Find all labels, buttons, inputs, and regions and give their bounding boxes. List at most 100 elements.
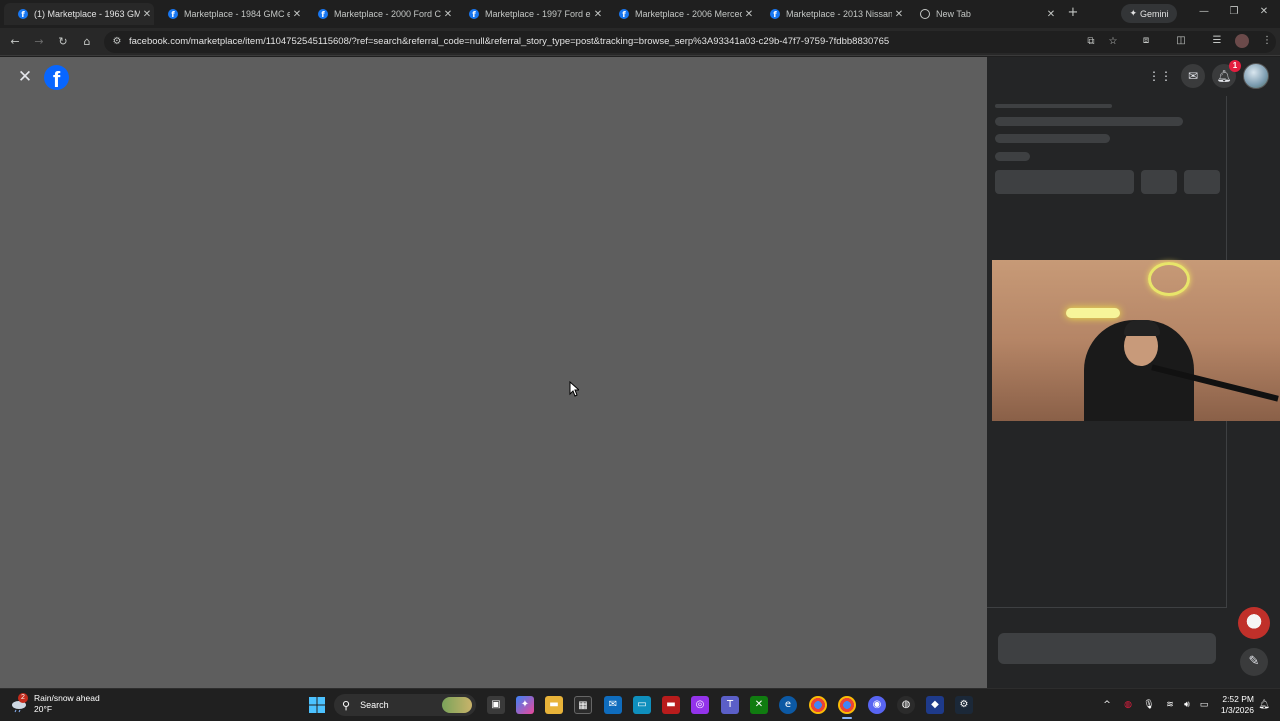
instagram-icon[interactable]: ◎: [691, 696, 709, 714]
media-viewer: ✕ f: [0, 57, 987, 688]
new-message-compose-icon[interactable]: ✎: [1240, 648, 1268, 676]
tab-marketplace-1997-ford[interactable]: f Marketplace - 1997 Ford e350 ✕: [455, 3, 605, 25]
new-tab-button[interactable]: +: [1066, 5, 1080, 21]
clock-time: 2:52 PM: [1222, 694, 1254, 704]
close-tab-icon[interactable]: ✕: [290, 9, 304, 20]
neon-sign-circle: [1148, 262, 1190, 296]
close-tab-icon[interactable]: ✕: [892, 9, 906, 20]
skeleton-price: [995, 134, 1110, 143]
microphone-icon[interactable]: 🎙︎: [1142, 698, 1156, 712]
teams-icon[interactable]: T: [721, 696, 739, 714]
chrome-icon[interactable]: [809, 696, 827, 714]
weather-text: Rain/snow ahead: [34, 693, 100, 703]
messenger-icon[interactable]: ✉: [1181, 64, 1205, 88]
skeleton-line: [995, 104, 1112, 108]
tray-overflow-icon[interactable]: ^: [1100, 698, 1114, 712]
steam-icon[interactable]: ⚙: [955, 696, 973, 714]
skeleton-message-input: [998, 633, 1216, 664]
reload-icon[interactable]: ↻: [55, 34, 71, 50]
profile-avatar-icon[interactable]: [1235, 34, 1249, 48]
browser-tab-strip: f (1) Marketplace - 1963 GMC ✕ f Marketp…: [0, 0, 1280, 28]
minimize-icon[interactable]: —: [1196, 6, 1212, 20]
forward-icon[interactable]: →: [31, 34, 47, 50]
restore-icon[interactable]: ❐: [1226, 6, 1242, 20]
close-tab-icon[interactable]: ✕: [591, 9, 605, 20]
windows-start-icon[interactable]: [308, 696, 326, 714]
weather-badge: 2: [18, 693, 28, 703]
volume-icon[interactable]: 🔊︎: [1180, 698, 1194, 712]
system-clock[interactable]: 2:52 PM 1/3/2026: [1214, 694, 1254, 716]
app-icon[interactable]: ▭: [633, 696, 651, 714]
gemini-label: Gemini: [1140, 8, 1169, 19]
side-panel-icon[interactable]: ◫: [1174, 34, 1188, 48]
tab-marketplace-2006-mercedes[interactable]: f Marketplace - 2006 Mercedes ✕: [605, 3, 756, 25]
tab-search-icon[interactable]: ☰: [1210, 34, 1224, 48]
task-view-icon[interactable]: ▣: [487, 696, 505, 714]
obs-icon[interactable]: ◍: [897, 696, 915, 714]
facebook-icon: f: [318, 9, 328, 19]
microsoft-store-icon[interactable]: ▦: [574, 696, 592, 714]
facebook-icon: f: [168, 9, 178, 19]
address-bar[interactable]: ⚙ facebook.com/marketplace/item/11047525…: [104, 31, 1276, 53]
mouse-cursor-icon: [569, 381, 579, 397]
home-icon[interactable]: ⌂: [79, 34, 95, 50]
copilot-icon[interactable]: ✦: [516, 696, 534, 714]
close-tab-icon[interactable]: ✕: [441, 9, 455, 20]
skeleton-save-button: [1141, 170, 1177, 194]
chrome-active-icon[interactable]: [838, 696, 856, 714]
battery-icon[interactable]: ▭: [1197, 698, 1211, 712]
chrome-menu-icon[interactable]: ⋮: [1260, 34, 1274, 48]
install-app-icon[interactable]: ⧉: [1084, 35, 1098, 49]
globe-icon: [920, 9, 930, 19]
facebook-icon: f: [770, 9, 780, 19]
tab-new-tab[interactable]: New Tab ✕: [906, 3, 1058, 25]
close-tab-icon[interactable]: ✕: [140, 9, 154, 20]
windows-taskbar: 2 Rain/snow ahead 20°F ⚲ Search ▣ ✦ ▬ ▦ …: [0, 688, 1280, 720]
notification-badge: 1: [1229, 60, 1241, 72]
app-icon-blue[interactable]: ◆: [926, 696, 944, 714]
skeleton-message-button: [995, 170, 1134, 194]
tab-title: (1) Marketplace - 1963 GMC: [34, 9, 140, 19]
file-explorer-icon[interactable]: ▬: [545, 696, 563, 714]
weather-temp: 20°F: [34, 704, 53, 714]
weather-widget[interactable]: 2 Rain/snow ahead 20°F: [10, 693, 100, 715]
url-text[interactable]: facebook.com/marketplace/item/1104752545…: [129, 36, 889, 47]
tray-app-icon[interactable]: ◍: [1121, 698, 1135, 712]
gemini-button[interactable]: ✦ Gemini: [1121, 4, 1177, 23]
close-tab-icon[interactable]: ✕: [1044, 9, 1058, 20]
xbox-icon[interactable]: ✕: [750, 696, 768, 714]
edge-icon[interactable]: e: [779, 696, 797, 714]
site-info-icon[interactable]: ⚙: [110, 35, 124, 49]
active-app-indicator: [842, 717, 852, 719]
tab-title: Marketplace - 1984 GMC elite: [184, 9, 290, 19]
media-app-icon[interactable]: ▬: [662, 696, 680, 714]
facebook-logo[interactable]: f: [44, 65, 69, 90]
facebook-icon: f: [18, 9, 28, 19]
skeleton-title: [995, 117, 1183, 126]
tab-marketplace-2013-nissan[interactable]: f Marketplace - 2013 Nissan TI ✕: [756, 3, 906, 25]
facebook-icon: f: [469, 9, 479, 19]
tab-title: Marketplace - 1997 Ford e350: [485, 9, 591, 19]
extensions-icon[interactable]: ⧈: [1139, 34, 1153, 48]
notification-center-icon[interactable]: 🔔︎: [1257, 698, 1271, 712]
tab-title: Marketplace - 2013 Nissan TI: [786, 9, 892, 19]
search-icon: ⚲: [342, 698, 351, 712]
close-window-icon[interactable]: ✕: [1256, 6, 1272, 20]
tab-marketplace-1963-gmc[interactable]: f (1) Marketplace - 1963 GMC ✕: [4, 3, 154, 25]
close-viewer-button[interactable]: ✕: [12, 64, 38, 90]
neon-sign: [1066, 308, 1120, 318]
menu-grid-icon[interactable]: ⋮⋮: [1148, 64, 1172, 88]
streamer-hat: [1124, 320, 1160, 336]
taskbar-search[interactable]: ⚲ Search: [334, 694, 476, 716]
tab-title: Marketplace - 2000 Ford Coach: [334, 9, 441, 19]
tab-marketplace-1984-gmc[interactable]: f Marketplace - 1984 GMC elite ✕: [154, 3, 304, 25]
chat-head-avatar[interactable]: [1238, 607, 1270, 639]
bookmark-star-icon[interactable]: ☆: [1106, 35, 1120, 49]
mail-icon[interactable]: ✉: [604, 696, 622, 714]
tab-marketplace-2000-ford[interactable]: f Marketplace - 2000 Ford Coach ✕: [304, 3, 455, 25]
account-avatar[interactable]: [1243, 63, 1269, 89]
back-icon[interactable]: ←: [7, 34, 23, 50]
wifi-icon[interactable]: ≋: [1163, 698, 1177, 712]
discord-icon[interactable]: ◉: [868, 696, 886, 714]
close-tab-icon[interactable]: ✕: [742, 9, 756, 20]
